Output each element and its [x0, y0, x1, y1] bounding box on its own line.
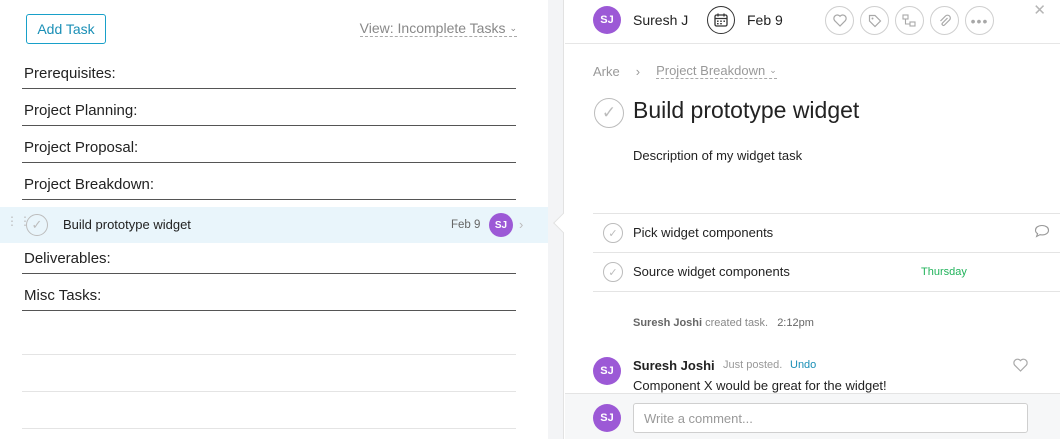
activity-actor[interactable]: Suresh Joshi [633, 317, 702, 329]
comment-bubble-icon[interactable] [1034, 224, 1050, 243]
tag-button[interactable] [860, 6, 889, 35]
assignee-name[interactable]: Suresh J [633, 12, 688, 28]
complete-task-checkbox[interactable]: ✓ [594, 98, 624, 128]
checkmark-icon: ✓ [601, 103, 617, 122]
activity-action: created task. [705, 317, 769, 329]
activity-story: Suresh Joshi created task. 2:12pm [633, 317, 814, 329]
subtask-due-date[interactable]: Thursday [921, 266, 967, 278]
task-title[interactable]: Build prototype widget [633, 97, 859, 124]
subtask-checkbox[interactable]: ✓ [603, 262, 623, 282]
subtask-name[interactable]: Pick widget components [633, 225, 773, 240]
task-list-pane: Add Task View: Incomplete Tasks ⌄ Prereq… [0, 0, 548, 439]
heart-icon [832, 14, 847, 27]
task-detail-pane: SJ Suresh J Feb 9 ••• ✕ Arke › Project B… [565, 0, 1060, 439]
current-user-avatar: SJ [593, 404, 621, 432]
chevron-down-icon: ⌄ [509, 23, 517, 33]
section-header-project-breakdown[interactable]: Project Breakdown: [22, 174, 516, 200]
comment-composer: SJ [565, 393, 1060, 439]
undo-link[interactable]: Undo [790, 359, 816, 371]
chevron-right-icon[interactable]: › [519, 217, 523, 232]
task-row[interactable]: ⋮⋮ ✓ Build prototype widget Feb 9 SJ › [0, 207, 548, 243]
like-heart-icon[interactable] [1013, 358, 1028, 377]
subtask-row[interactable]: ✓ Pick widget components [593, 214, 1060, 253]
close-icon[interactable]: ✕ [1033, 1, 1046, 19]
more-actions-button[interactable]: ••• [965, 6, 994, 35]
subtask-checkbox[interactable]: ✓ [603, 223, 623, 243]
subtask-list: ✓ Pick widget components ✓ Source widget… [593, 213, 1060, 292]
due-date-button[interactable] [707, 6, 735, 34]
subtasks-icon [902, 13, 916, 27]
breadcrumb-project-label: Project Breakdown [656, 63, 766, 78]
assignee-avatar[interactable]: SJ [593, 6, 621, 34]
empty-row[interactable] [22, 428, 516, 429]
heart-button[interactable] [825, 6, 854, 35]
view-filter-label: View: Incomplete Tasks [359, 20, 506, 36]
section-header-deliverables[interactable]: Deliverables: [22, 248, 516, 274]
comment-author-avatar[interactable]: SJ [593, 357, 621, 385]
checkmark-icon: ✓ [608, 266, 618, 279]
section-header-project-planning[interactable]: Project Planning: [22, 100, 516, 126]
breadcrumb-workspace[interactable]: Arke [593, 64, 620, 79]
empty-row[interactable] [22, 391, 516, 392]
more-icon: ••• [970, 12, 989, 29]
breadcrumb-project-dropdown[interactable]: Project Breakdown ⌄ [656, 63, 777, 79]
checkmark-icon: ✓ [31, 217, 43, 232]
attachment-icon [939, 14, 951, 26]
task-assignee-avatar[interactable]: SJ [489, 213, 513, 237]
calendar-icon [714, 13, 728, 27]
comment-text: Component X would be great for the widge… [633, 378, 887, 393]
chevron-right-icon: › [635, 63, 641, 79]
tag-icon [868, 14, 881, 27]
subtask-name[interactable]: Source widget components [633, 264, 790, 279]
subtask-row[interactable]: ✓ Source widget components Thursday [593, 253, 1060, 292]
activity-time: 2:12pm [777, 317, 814, 329]
task-name[interactable]: Build prototype widget [63, 217, 191, 232]
attachment-button[interactable] [930, 6, 959, 35]
task-due-date[interactable]: Feb 9 [451, 219, 480, 231]
drag-handle-icon[interactable]: ⋮⋮ [6, 215, 31, 232]
section-header-project-proposal[interactable]: Project Proposal: [22, 137, 516, 163]
subtasks-button[interactable] [895, 6, 924, 35]
task-description[interactable]: Description of my widget task [633, 148, 802, 163]
empty-row[interactable] [22, 354, 516, 355]
view-filter-dropdown[interactable]: View: Incomplete Tasks ⌄ [359, 20, 517, 37]
detail-toolbar: SJ Suresh J Feb 9 ••• ✕ [565, 0, 1060, 44]
due-date-label[interactable]: Feb 9 [747, 12, 783, 28]
section-header-prerequisites[interactable]: Prerequisites: [22, 63, 516, 89]
breadcrumb: Arke › Project Breakdown ⌄ [593, 63, 777, 79]
add-task-button[interactable]: Add Task [26, 14, 106, 44]
comment-input[interactable] [633, 403, 1028, 433]
chevron-down-icon: ⌄ [769, 65, 777, 75]
section-header-misc-tasks[interactable]: Misc Tasks: [22, 285, 516, 311]
comment-timestamp: Just posted. [723, 359, 783, 371]
complete-task-checkbox[interactable]: ✓ [26, 214, 48, 236]
comment-author[interactable]: Suresh Joshi [633, 358, 715, 373]
checkmark-icon: ✓ [608, 227, 618, 240]
